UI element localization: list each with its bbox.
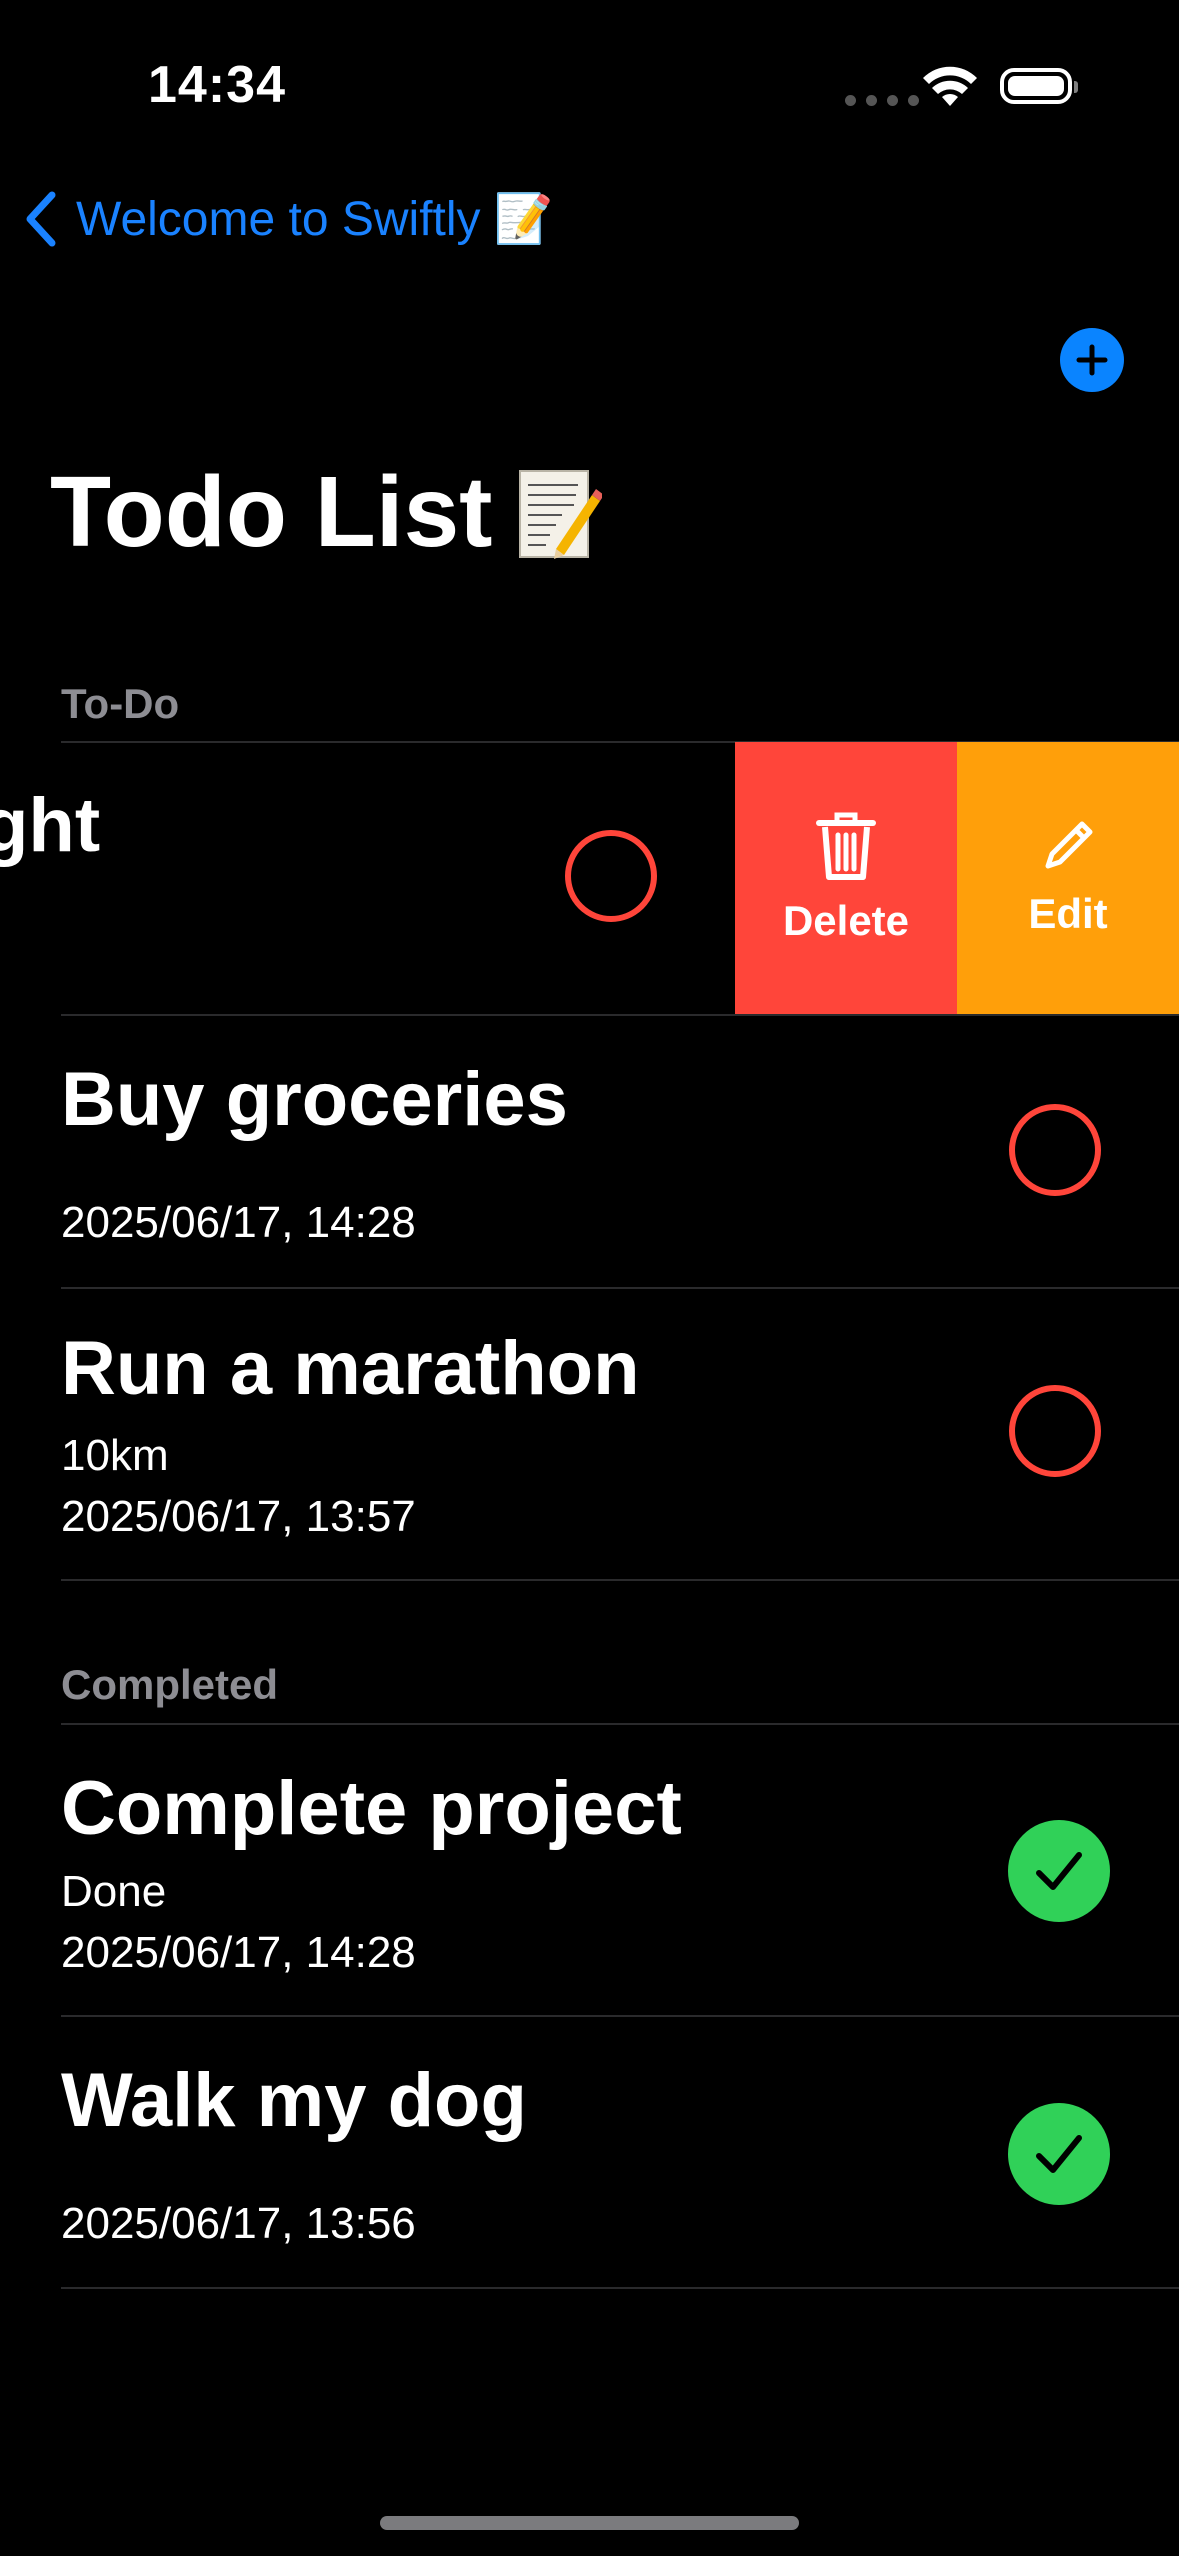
complete-toggle[interactable] xyxy=(565,830,657,922)
status-time: 14:34 xyxy=(148,56,286,114)
section-header-todo: To-Do xyxy=(61,680,180,727)
todo-date: 2025/06/17, 14:28 xyxy=(61,1198,416,1247)
checkmark-icon xyxy=(1036,2135,1082,2173)
add-todo-button[interactable] xyxy=(1060,328,1124,392)
row-divider xyxy=(61,2287,1179,2289)
swiped-todo-row[interactable]: ght ) xyxy=(0,742,735,1014)
todo-title: Complete project xyxy=(61,1766,682,1851)
todo-row[interactable]: Buy groceries 2025/06/17, 14:28 xyxy=(0,1016,1179,1286)
complete-toggle[interactable] xyxy=(1009,1104,1101,1196)
todo-title: Walk my dog xyxy=(61,2058,527,2143)
todo-note: 10km xyxy=(61,1431,169,1480)
completed-row[interactable]: Walk my dog 2025/06/17, 13:56 xyxy=(0,2017,1179,2287)
swiped-row-title: ght xyxy=(0,783,101,868)
back-button-label: Welcome to Swiftly 📝 xyxy=(76,193,554,246)
todo-date: 2025/06/17, 13:57 xyxy=(61,1492,416,1541)
checkmark-icon xyxy=(1036,1852,1082,1890)
section-header-completed: Completed xyxy=(61,1661,279,1708)
wifi-icon xyxy=(923,66,977,106)
edit-button[interactable]: Edit xyxy=(957,742,1179,1014)
row-divider xyxy=(61,1579,1179,1581)
todo-title: Buy groceries xyxy=(61,1057,568,1142)
todo-date: 2025/06/17, 13:56 xyxy=(61,2199,416,2248)
trash-icon xyxy=(816,812,876,880)
plus-icon xyxy=(1076,344,1108,376)
todo-title: Run a marathon xyxy=(61,1326,640,1411)
page-title-text: Todo List xyxy=(50,456,493,568)
battery-icon xyxy=(1000,68,1078,104)
memo-emoji-icon xyxy=(519,469,603,559)
back-button[interactable]: Welcome to Swiftly 📝 xyxy=(24,190,554,247)
home-indicator[interactable] xyxy=(380,2516,799,2530)
swiped-row-subtitle: ) xyxy=(0,920,1,970)
pencil-icon xyxy=(1045,821,1093,869)
completed-row[interactable]: Complete project Done 2025/06/17, 14:28 xyxy=(0,1725,1179,2015)
todo-note: Done xyxy=(61,1867,167,1916)
chevron-left-icon xyxy=(26,191,56,246)
todo-date: 2025/06/17, 14:28 xyxy=(61,1928,416,1977)
delete-button[interactable]: Delete xyxy=(735,742,957,1014)
page-title: Todo List xyxy=(50,455,603,570)
complete-toggle[interactable] xyxy=(1008,1820,1110,1922)
complete-toggle[interactable] xyxy=(1009,1385,1101,1477)
todo-row[interactable]: Run a marathon 10km 2025/06/17, 13:57 xyxy=(0,1289,1179,1579)
cellular-signal-icon xyxy=(845,95,919,106)
edit-label: Edit xyxy=(1028,890,1108,937)
complete-toggle[interactable] xyxy=(1008,2103,1110,2205)
delete-label: Delete xyxy=(782,897,910,944)
